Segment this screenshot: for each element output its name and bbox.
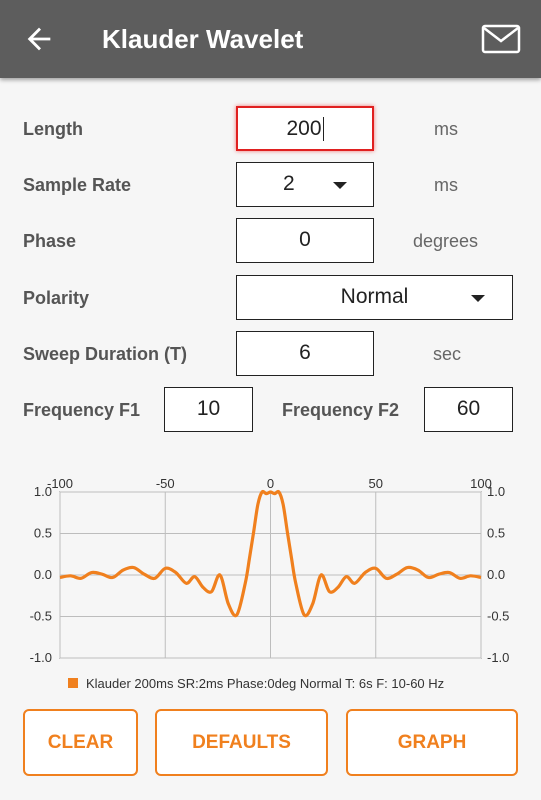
sample-rate-label: Sample Rate <box>23 175 132 195</box>
sweep-duration-value: 6 <box>299 341 311 364</box>
frequency-f1-label: Frequency F1 <box>23 400 141 420</box>
x-tick-label: -50 <box>156 476 175 491</box>
x-tick-label: 0 <box>267 476 274 491</box>
length-label: Length <box>23 119 83 139</box>
polarity-value: Normal <box>340 285 409 308</box>
y-tick-label-left: 1.0 <box>34 484 52 499</box>
polarity-dropdown[interactable]: Normal <box>236 275 513 320</box>
phase-unit: degrees <box>413 231 479 251</box>
arrow-back-icon[interactable] <box>22 22 56 56</box>
polarity-label: Polarity <box>23 288 90 308</box>
sweep-duration-input[interactable]: 6 <box>236 331 374 376</box>
phase-label: Phase <box>23 231 77 251</box>
frequency-f2-value: 60 <box>456 397 481 420</box>
app-bar: Klauder Wavelet <box>0 0 541 78</box>
phase-input[interactable]: 0 <box>236 218 374 263</box>
phase-value: 0 <box>299 228 311 251</box>
sweep-duration-label: Sweep Duration (T) <box>23 344 188 364</box>
clear-button[interactable]: CLEAR <box>23 709 138 776</box>
frequency-f2-input[interactable]: 60 <box>424 387 513 432</box>
sample-rate-value: 2 <box>283 172 295 195</box>
graph-button[interactable]: GRAPH <box>346 709 518 776</box>
y-tick-label-right: -1.0 <box>487 650 509 665</box>
sample-rate-unit: ms <box>434 175 458 195</box>
dropdown-arrow-icon <box>333 182 347 189</box>
y-tick-label-right: 0.0 <box>487 567 505 582</box>
legend-label: Klauder 200ms SR:2ms Phase:0deg Normal T… <box>86 676 444 691</box>
y-tick-label-left: -0.5 <box>30 609 52 624</box>
length-input[interactable]: 200 <box>236 106 374 151</box>
length-value: 200 <box>286 117 322 140</box>
y-tick-label-right: 0.5 <box>487 526 505 541</box>
y-tick-label-left: 0.0 <box>34 567 52 582</box>
frequency-f1-value: 10 <box>196 397 221 420</box>
y-tick-label-right: 1.0 <box>487 484 505 499</box>
defaults-button[interactable]: DEFAULTS <box>155 709 328 776</box>
sweep-duration-unit: sec <box>433 344 462 364</box>
sample-rate-dropdown[interactable]: 2 <box>236 162 374 207</box>
dropdown-arrow-icon <box>471 295 485 302</box>
y-tick-label-left: 0.5 <box>34 526 52 541</box>
y-tick-label-left: -1.0 <box>30 650 52 665</box>
wavelet-chart[interactable]: -100 -50 0 50 1001.0 1.00.5 0.50.0 0.0-0.5 -0.5-… <box>0 462 541 702</box>
legend-swatch <box>68 678 78 688</box>
frequency-f1-input[interactable]: 10 <box>164 387 253 432</box>
length-unit: ms <box>434 119 458 139</box>
y-tick-label-right: -0.5 <box>487 609 509 624</box>
x-tick-label: 50 <box>369 476 383 491</box>
frequency-f2-label: Frequency F2 <box>282 400 400 420</box>
mail-icon[interactable] <box>480 22 522 56</box>
page-title: Klauder Wavelet <box>102 24 304 54</box>
text-caret <box>322 117 324 142</box>
